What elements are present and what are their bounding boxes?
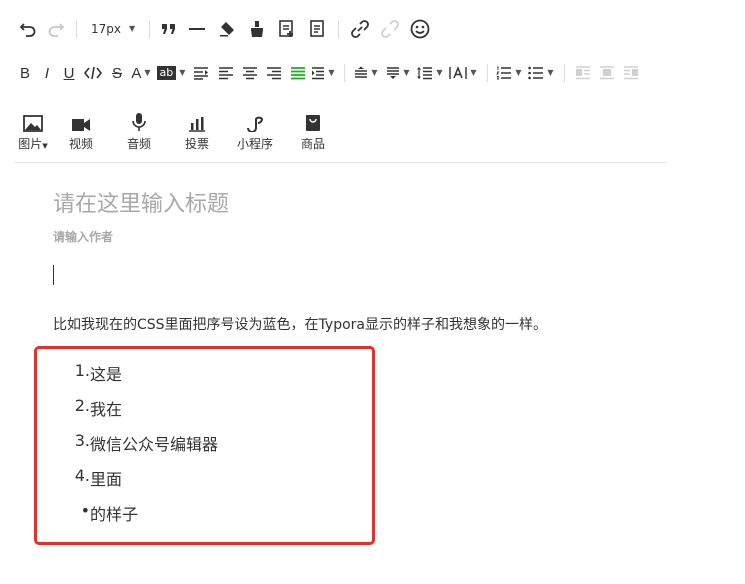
font-size-select[interactable]: 17px ▼ (91, 22, 137, 36)
chevron-down-icon: ▼ (371, 68, 378, 77)
italic-icon[interactable]: I (36, 59, 58, 87)
video-icon (71, 110, 91, 132)
chevron-down-icon: ▼ (547, 68, 554, 77)
chevron-down-icon: ▼ (144, 68, 151, 77)
title-input[interactable]: 请在这里输入标题 (53, 186, 229, 218)
chevron-down-icon: ▼ (179, 68, 186, 77)
media-label-vote: 投票 (184, 137, 209, 151)
toolbar-row-2: B I U S A ▼ ab ▼ ▼ ▼ ▼ ▼ ▼ ▼ ▼ (14, 58, 643, 88)
shopping-bag-icon (305, 110, 321, 132)
separator (344, 64, 345, 82)
list-item[interactable]: • 的样子 (56, 501, 138, 525)
align-center-icon[interactable] (238, 59, 262, 87)
media-label-video: 视频 (68, 137, 93, 151)
letter-spacing-dropdown[interactable]: ▼ (447, 59, 481, 87)
separator (338, 20, 340, 38)
list-item[interactable]: 4. 里面 (56, 466, 122, 490)
list-marker: 3. (74, 431, 90, 450)
list-item-text: 这是 (90, 365, 123, 384)
insert-image-button[interactable]: 图片▼ (14, 110, 52, 152)
list-item-text: 我在 (90, 400, 123, 419)
link-icon[interactable] (345, 15, 375, 43)
indent-dropdown[interactable]: ▼ (310, 59, 338, 87)
align-left-icon[interactable] (214, 59, 238, 87)
body-paragraph[interactable]: 比如我现在的CSS里面把序号设为蓝色，在Typora显示的样子和我想象的一样。 (53, 314, 547, 334)
float-left-icon[interactable] (571, 59, 595, 87)
chevron-down-icon: ▼ (515, 68, 522, 77)
separator (564, 64, 565, 82)
justify-icon[interactable] (286, 59, 310, 87)
format-painter-icon[interactable] (242, 15, 272, 43)
image-icon (23, 110, 43, 132)
toolbar-row-1: 17px ▼ (14, 14, 435, 44)
chevron-down-icon: ▼ (403, 68, 410, 77)
vote-chart-icon (188, 110, 206, 132)
insert-product-button[interactable]: 商品 (284, 110, 342, 152)
separator (149, 20, 151, 38)
insert-video-button[interactable]: 视频 (52, 110, 110, 152)
insert-vote-button[interactable]: 投票 (168, 110, 226, 152)
microphone-icon (131, 110, 147, 132)
horizontal-rule-icon[interactable] (182, 15, 212, 43)
unordered-list-dropdown[interactable]: ▼ (526, 59, 558, 87)
quote-icon[interactable] (156, 15, 182, 43)
indent-format-icon[interactable] (188, 59, 214, 87)
float-right-icon[interactable] (619, 59, 643, 87)
code-icon[interactable] (80, 59, 106, 87)
unlink-icon[interactable] (375, 15, 405, 43)
float-none-icon[interactable] (595, 59, 619, 87)
font-size-value: 17px (91, 22, 121, 36)
chevron-down-icon: ▼ (470, 68, 477, 77)
line-height-dropdown[interactable]: ▼ (415, 59, 447, 87)
chevron-down-icon: ▼ (328, 68, 335, 77)
media-label-audio: 音频 (126, 137, 151, 151)
paragraph-spacing-after-dropdown[interactable]: ▼ (383, 59, 415, 87)
separator (487, 64, 488, 82)
insert-audio-button[interactable]: 音频 (110, 110, 168, 152)
list-item-text: 的样子 (90, 505, 139, 524)
strikethrough-icon[interactable]: S (106, 59, 128, 87)
redo-icon[interactable] (42, 15, 70, 43)
document-icon[interactable] (302, 15, 332, 43)
list-item[interactable]: 3. 微信公众号编辑器 (56, 431, 218, 455)
insert-mini-program-button[interactable]: 小程序 (226, 110, 284, 152)
separator (76, 20, 77, 38)
clear-format-eraser-icon[interactable] (212, 15, 242, 43)
media-insert-bar: 图片▼ 视频 音频 投票 小程序 商品 (14, 110, 342, 152)
media-label-product: 商品 (300, 137, 325, 151)
list-marker: • (80, 501, 90, 520)
bold-icon[interactable]: B (14, 59, 36, 87)
chevron-down-icon: ▼ (42, 142, 48, 150)
chevron-down-icon: ▼ (436, 68, 443, 77)
emoji-smiley-icon[interactable] (405, 15, 435, 43)
list-marker: 2. (74, 396, 90, 415)
background-color-dropdown[interactable]: ab ▼ (156, 59, 188, 87)
list-item-text: 里面 (90, 470, 123, 489)
list-item[interactable]: 2. 我在 (56, 396, 122, 420)
list-marker: 1. (74, 361, 90, 380)
ordered-list-dropdown[interactable]: ▼ (494, 59, 526, 87)
font-color-dropdown[interactable]: A ▼ (128, 59, 156, 87)
paragraph-spacing-before-dropdown[interactable]: ▼ (351, 59, 383, 87)
font-color-icon: A (131, 64, 142, 82)
media-label-mini-program: 小程序 (236, 137, 273, 151)
align-right-icon[interactable] (262, 59, 286, 87)
author-input[interactable]: 请输入作者 (53, 228, 113, 245)
list-marker: 4. (74, 466, 90, 485)
insert-template-icon[interactable] (272, 15, 302, 43)
underline-icon[interactable]: U (58, 59, 80, 87)
undo-icon[interactable] (14, 15, 42, 43)
toolbar-divider (14, 162, 667, 163)
chevron-down-icon: ▼ (129, 24, 136, 33)
media-label-image: 图片 (18, 137, 43, 151)
text-cursor (53, 265, 54, 285)
list-item[interactable]: 1. 这是 (56, 361, 122, 385)
mini-program-icon (246, 110, 264, 132)
highlight-marker-icon: ab (156, 66, 177, 80)
list-item-text: 微信公众号编辑器 (90, 435, 219, 454)
